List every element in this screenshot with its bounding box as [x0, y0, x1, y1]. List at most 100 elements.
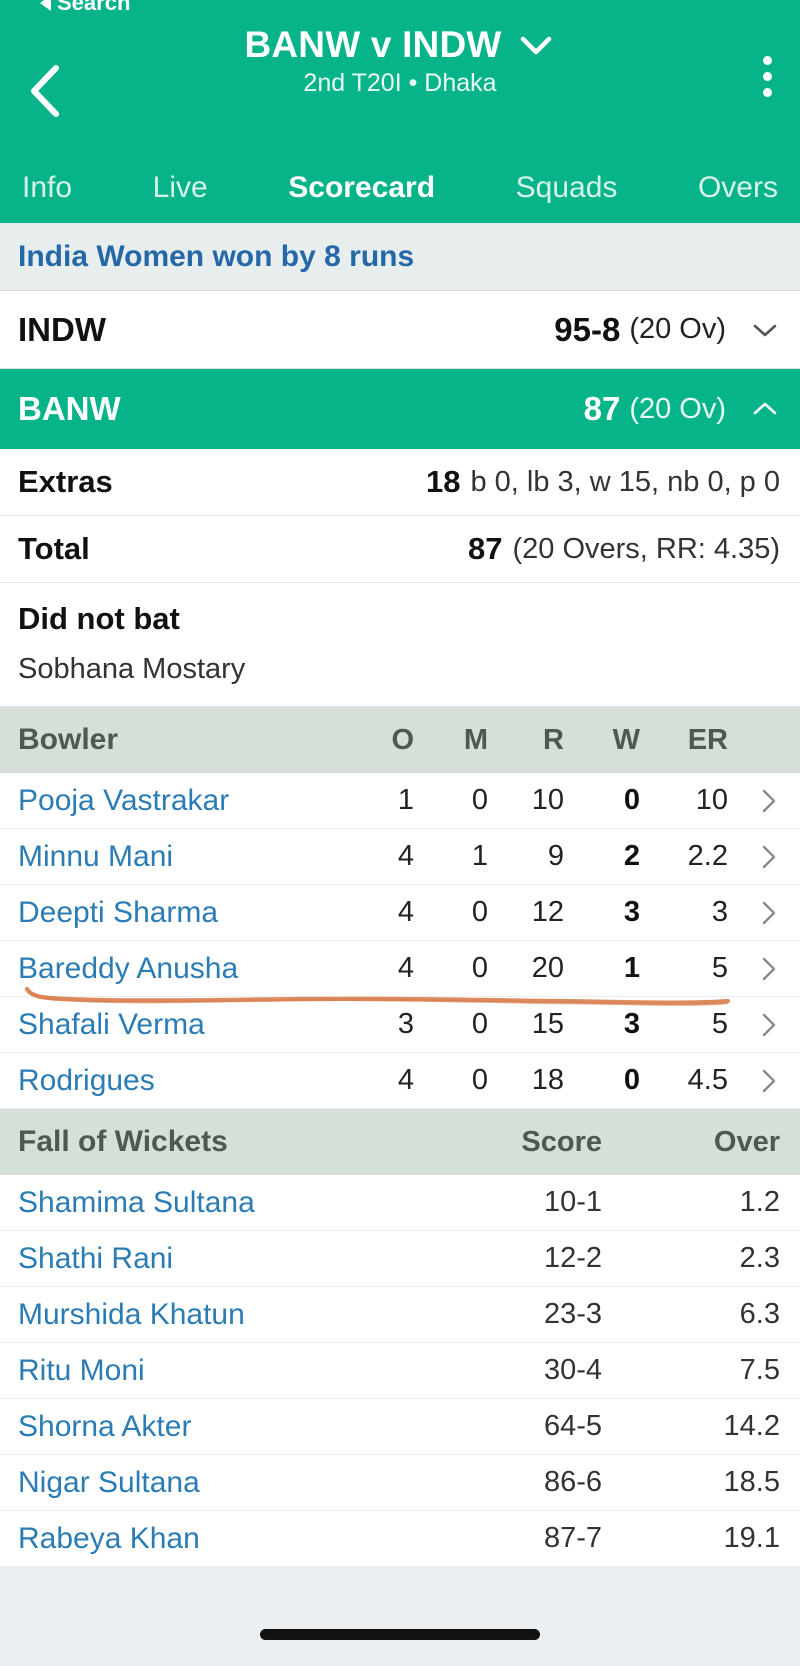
- bowler-wickets: 3: [623, 1008, 640, 1040]
- did-not-bat-players: Sobhana Mostary: [18, 653, 246, 685]
- total-detail: (20 Overs, RR: 4.35): [512, 532, 780, 565]
- innings-score: 87: [583, 390, 621, 427]
- innings-overs: (20 Ov): [629, 392, 726, 425]
- bowler-wickets: 1: [623, 952, 640, 984]
- bowler-name[interactable]: Rodrigues: [18, 1064, 155, 1098]
- fow-score: 87-7: [543, 1522, 602, 1554]
- bowler-overs: 4: [397, 840, 414, 872]
- bowler-name[interactable]: Shafali Verma: [18, 1008, 205, 1042]
- bowler-name[interactable]: Bareddy Anusha: [18, 952, 238, 986]
- row-expand-button[interactable]: [728, 898, 780, 928]
- status-bar: Search: [0, 0, 800, 18]
- bowler-economy: 3: [711, 896, 728, 928]
- triangle-left-icon: [40, 0, 51, 11]
- bowler-runs: 15: [531, 1008, 564, 1040]
- table-row[interactable]: Deepti Sharma 4 0 12 3 3: [0, 885, 800, 941]
- bowler-overs: 3: [397, 1008, 414, 1040]
- tab-info[interactable]: Info: [22, 171, 72, 205]
- back-app-label: Search: [57, 0, 131, 15]
- innings-collapse-button[interactable]: [750, 399, 780, 419]
- table-row[interactable]: Rabeya Khan 87-7 19.1: [0, 1511, 800, 1567]
- fow-batter-name[interactable]: Murshida Khatun: [18, 1298, 245, 1332]
- row-expand-button[interactable]: [728, 1010, 780, 1040]
- fow-over: 14.2: [723, 1410, 780, 1442]
- row-expand-button[interactable]: [728, 1066, 780, 1096]
- bowling-header-name: Bowler: [18, 723, 119, 756]
- innings-expand-button[interactable]: [750, 320, 780, 340]
- row-expand-button[interactable]: [728, 786, 780, 816]
- match-dropdown-button[interactable]: [516, 32, 556, 58]
- bowler-maidens: 1: [471, 840, 488, 872]
- bowler-maidens: 0: [471, 896, 488, 928]
- fow-batter-name[interactable]: Nigar Sultana: [18, 1466, 200, 1500]
- chevron-right-icon: [762, 901, 776, 924]
- app-screen: Search BANW v INDW 2nd T20I • Dhaka Info…: [0, 0, 800, 1666]
- back-button[interactable]: [24, 56, 70, 126]
- bowler-name[interactable]: Pooja Vastrakar: [18, 784, 229, 818]
- bowler-overs: 4: [397, 896, 414, 928]
- kebab-dot: [763, 88, 772, 97]
- table-row[interactable]: Pooja Vastrakar 1 0 10 0 10: [0, 773, 800, 829]
- match-subtitle: 2nd T20I • Dhaka: [303, 68, 497, 97]
- table-row[interactable]: Shafali Verma 3 0 15 3 5: [0, 997, 800, 1053]
- fow-batter-name[interactable]: Ritu Moni: [18, 1354, 145, 1388]
- table-row[interactable]: Shathi Rani 12-2 2.3: [0, 1231, 800, 1287]
- innings-team-name: INDW: [18, 310, 106, 348]
- table-row[interactable]: Bareddy Anusha 4 0 20 1 5: [0, 941, 800, 997]
- row-expand-button[interactable]: [728, 954, 780, 984]
- tab-squads[interactable]: Squads: [516, 171, 618, 205]
- fow-header-name: Fall of Wickets: [18, 1125, 228, 1158]
- table-row[interactable]: Minnu Mani 4 1 9 2 2.2: [0, 829, 800, 885]
- fow-score: 12-2: [543, 1242, 602, 1274]
- fow-score: 64-5: [543, 1410, 602, 1442]
- table-row[interactable]: Nigar Sultana 86-6 18.5: [0, 1455, 800, 1511]
- tab-scorecard[interactable]: Scorecard: [288, 171, 435, 205]
- bowling-header-m: M: [463, 723, 488, 756]
- fow-score: 30-4: [543, 1354, 602, 1386]
- bowler-economy: 10: [695, 784, 728, 816]
- bowler-economy: 5: [711, 1008, 728, 1040]
- fow-batter-name[interactable]: Shorna Akter: [18, 1410, 191, 1444]
- fow-batter-name[interactable]: Shathi Rani: [18, 1242, 173, 1276]
- extras-detail: b 0, lb 3, w 15, nb 0, p 0: [470, 465, 780, 498]
- fow-batter-name[interactable]: Rabeya Khan: [18, 1522, 200, 1556]
- table-row[interactable]: Rodrigues 4 0 18 0 4.5: [0, 1053, 800, 1109]
- kebab-dot: [763, 72, 772, 81]
- did-not-bat-label: Did not bat: [18, 601, 180, 636]
- chevron-left-icon: [31, 64, 59, 117]
- fow-batter-name[interactable]: Shamima Sultana: [18, 1186, 255, 1220]
- table-row[interactable]: Shorna Akter 64-5 14.2: [0, 1399, 800, 1455]
- bowler-overs: 4: [397, 952, 414, 984]
- fow-score: 10-1: [543, 1186, 602, 1218]
- back-to-search-app[interactable]: Search: [40, 0, 131, 15]
- bowler-wickets: 3: [623, 896, 640, 928]
- overflow-menu-button[interactable]: [763, 56, 772, 97]
- tab-bar: Info Live Scorecard Squads Overs: [0, 163, 800, 223]
- bowler-runs: 9: [547, 840, 564, 872]
- fow-score: 86-6: [543, 1466, 602, 1498]
- bowling-table-header: Bowler O M R W ER: [0, 707, 800, 773]
- row-expand-button[interactable]: [728, 842, 780, 872]
- table-row[interactable]: Ritu Moni 30-4 7.5: [0, 1343, 800, 1399]
- bowler-overs: 4: [397, 1064, 414, 1096]
- fow-over: 2.3: [739, 1242, 780, 1274]
- tab-overs[interactable]: Overs: [698, 171, 778, 205]
- bowler-maidens: 0: [471, 1008, 488, 1040]
- innings-row-indw[interactable]: INDW 95-8 (20 Ov): [0, 291, 800, 369]
- table-row[interactable]: Shamima Sultana 10-1 1.2: [0, 1175, 800, 1231]
- tab-live[interactable]: Live: [153, 171, 208, 205]
- innings-score: 95-8: [554, 310, 621, 348]
- fow-header-score: Score: [521, 1125, 602, 1158]
- match-result-text: India Women won by 8 runs: [18, 239, 415, 273]
- bowler-name[interactable]: Minnu Mani: [18, 840, 173, 874]
- bowler-wickets: 0: [623, 784, 640, 816]
- bowler-runs: 10: [531, 784, 564, 816]
- match-result-banner: India Women won by 8 runs: [0, 223, 800, 291]
- chevron-right-icon: [762, 845, 776, 868]
- bowler-name[interactable]: Deepti Sharma: [18, 896, 218, 930]
- innings-overs: (20 Ov): [629, 313, 726, 345]
- fow-score: 23-3: [543, 1298, 602, 1330]
- innings-row-banw[interactable]: BANW 87 (20 Ov): [0, 369, 800, 449]
- table-row[interactable]: Murshida Khatun 23-3 6.3: [0, 1287, 800, 1343]
- fow-over: 1.2: [739, 1186, 780, 1218]
